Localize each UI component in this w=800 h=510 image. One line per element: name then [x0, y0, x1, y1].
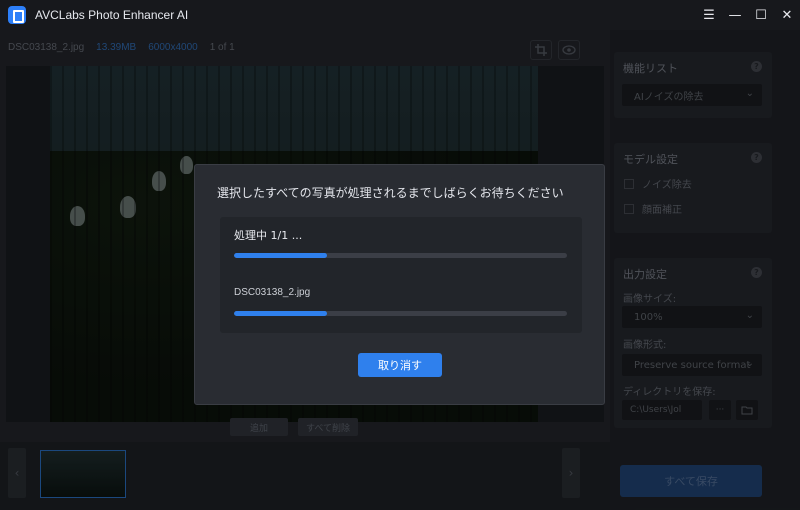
title-bar: AVCLabs Photo Enhancer AI ☰ — ☐ ✕ — [0, 0, 800, 30]
minimize-icon[interactable]: — — [722, 0, 748, 30]
maximize-icon[interactable]: ☐ — [748, 0, 774, 30]
overall-progress-fill — [234, 253, 328, 258]
overall-progress-bar — [234, 253, 567, 258]
close-icon[interactable]: ✕ — [774, 0, 800, 30]
app-title: AVCLabs Photo Enhancer AI — [35, 8, 189, 22]
progress-title: 処理中 1/1 ... — [234, 229, 303, 242]
menu-icon[interactable]: ☰ — [696, 0, 722, 30]
cancel-button[interactable]: 取り消す — [358, 353, 442, 377]
progress-box: 処理中 1/1 ... DSC03138_2.jpg — [220, 217, 582, 333]
file-progress-bar — [234, 311, 567, 316]
file-progress-fill — [234, 311, 328, 316]
progress-file-name: DSC03138_2.jpg — [234, 287, 311, 298]
app-logo-icon — [8, 6, 26, 24]
dialog-message: 選択したすべての写真が処理されるまでしばらくお待ちください — [217, 186, 564, 200]
processing-dialog: 選択したすべての写真が処理されるまでしばらくお待ちください 処理中 1/1 ..… — [194, 164, 605, 405]
